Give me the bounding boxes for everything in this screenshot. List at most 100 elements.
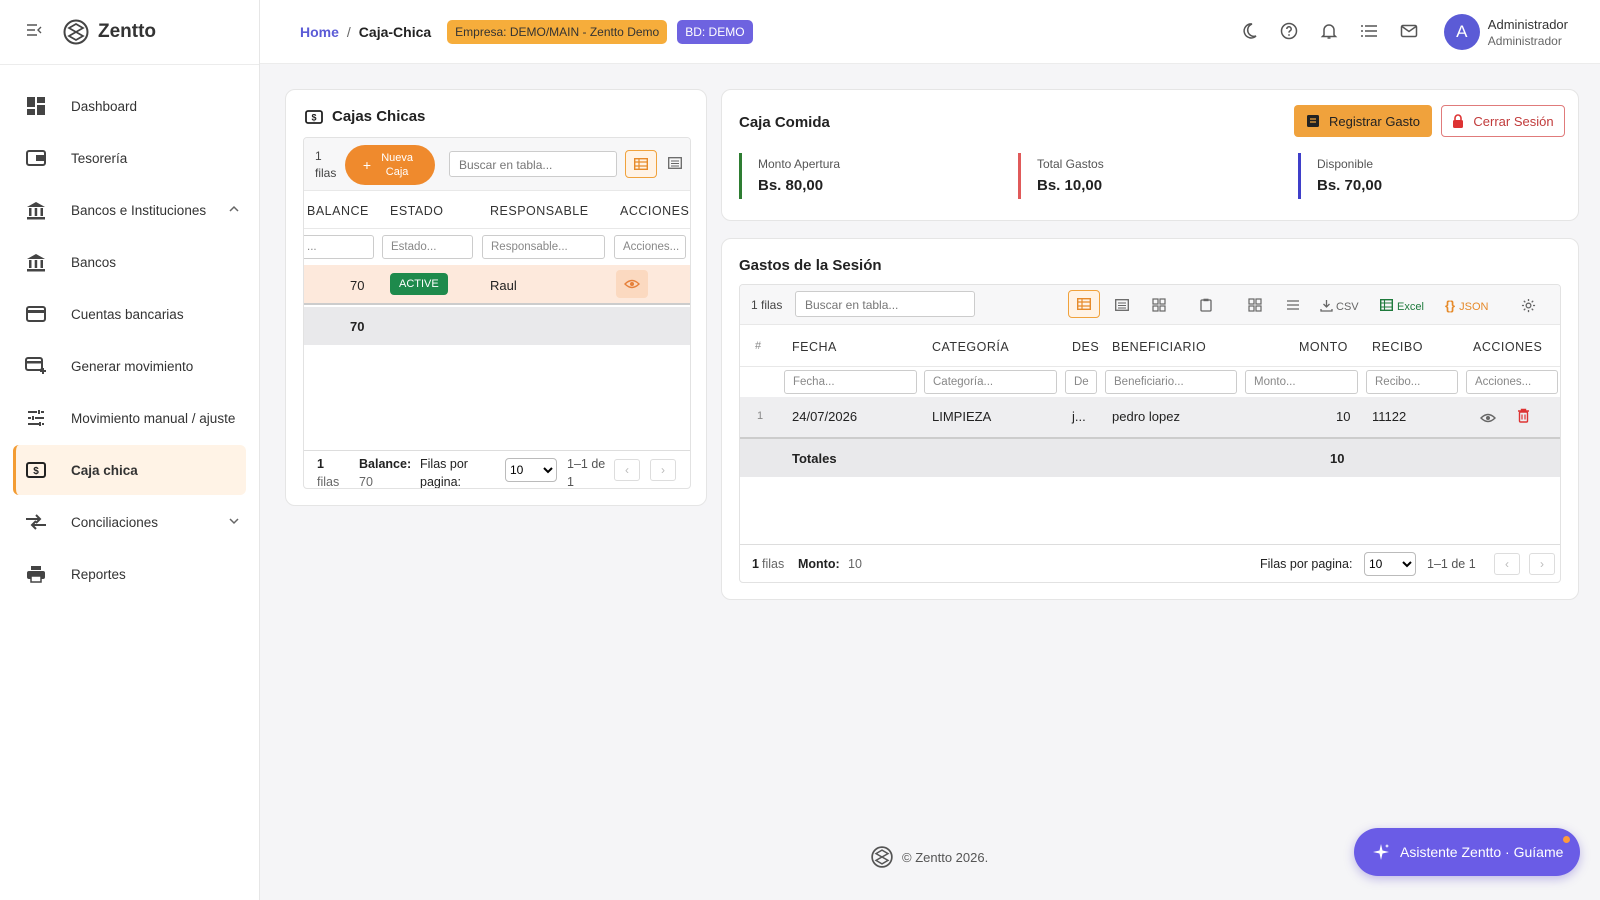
prev-page-button[interactable]: ‹ [1494, 553, 1520, 575]
table-row[interactable]: 1 24/07/2026 LIMPIEZA j... pedro lopez 1… [740, 397, 1560, 437]
col-header-acciones[interactable]: ACCIONES [1473, 340, 1542, 354]
gastos-card: Gastos de la Sesión 1 filas Buscar en ta… [721, 238, 1579, 600]
filter-acciones[interactable]: Acciones... [1466, 370, 1558, 394]
sidebar-item-tesoreria[interactable]: Tesorería [13, 133, 246, 183]
density-icon[interactable] [1286, 296, 1304, 314]
sparkle-icon [1373, 844, 1389, 860]
lock-icon [1453, 114, 1464, 128]
settings-gear-icon[interactable] [1521, 296, 1539, 314]
sidebar-item-bancos[interactable]: Bancos [13, 237, 246, 287]
clipboard-icon[interactable] [1200, 296, 1218, 314]
user-menu[interactable]: A Administrador Administrador [1443, 14, 1568, 50]
sidebar-item-caja-chica[interactable]: $ Caja chica [13, 445, 246, 495]
next-page-button[interactable]: › [1529, 553, 1555, 575]
col-header-fecha[interactable]: FECHA [792, 340, 837, 354]
copyright-text: © Zentto 2026. [902, 849, 989, 865]
col-header-responsable[interactable]: RESPONSABLE [490, 204, 589, 218]
next-page-button[interactable]: › [650, 459, 676, 481]
avatar[interactable]: A [1443, 14, 1480, 50]
breadcrumb-home-link[interactable]: Home [300, 24, 339, 40]
sidebar-item-cuentas-bancarias[interactable]: Cuentas bancarias [13, 289, 246, 339]
filter-estado[interactable]: Estado... [382, 235, 473, 259]
sidebar-item-label: Tesorería [71, 150, 128, 166]
filter-categoria[interactable]: Categoría... [924, 370, 1057, 394]
rows-count-label: 1 filas [751, 298, 783, 312]
layout-icon[interactable] [1248, 296, 1266, 314]
session-title: Caja Comida [739, 114, 830, 131]
col-header-acciones[interactable]: ACCIONES [620, 204, 689, 218]
zentto-logo-icon [63, 19, 89, 45]
json-label: JSON [1459, 301, 1489, 313]
close-session-button[interactable]: Cerrar Sesión [1441, 105, 1565, 137]
grid-view-icon[interactable] [1152, 296, 1170, 314]
new-caja-button[interactable]: + Nueva Caja [345, 145, 435, 185]
filter-balance[interactable]: ... [304, 235, 374, 259]
csv-label: CSV [1336, 301, 1359, 313]
col-header-balance[interactable]: BALANCE [307, 204, 369, 218]
cell-balance: 70 [350, 278, 365, 293]
register-expense-button[interactable]: Registrar Gasto [1294, 105, 1432, 137]
gastos-footer: 1 filas Monto: 10 Filas por pagina: 10 1… [740, 544, 1560, 582]
rows-per-page-label: Filas por pagina: [420, 457, 468, 489]
filter-recibo[interactable]: Recibo... [1366, 370, 1458, 394]
cajas-search-input[interactable]: Buscar en tabla... [449, 151, 617, 177]
filter-responsable[interactable]: Responsable... [482, 235, 605, 259]
gastos-table: 1 filas Buscar en tabla... CSV Excel {} J… [739, 284, 1561, 583]
list-view-icon[interactable] [1115, 296, 1133, 314]
help-icon[interactable] [1280, 22, 1300, 42]
col-header-categoria[interactable]: CATEGORÍA [932, 340, 1009, 354]
page-size-select[interactable]: 10 [1364, 552, 1416, 576]
mail-icon[interactable] [1400, 22, 1420, 42]
assistant-button[interactable]: Asistente Zentto · Guíame [1354, 828, 1580, 876]
filter-monto[interactable]: Monto... [1245, 370, 1358, 394]
sidebar-item-bancos-instituciones[interactable]: Bancos e Instituciones [13, 185, 246, 235]
user-role: Administrador [1487, 33, 1562, 48]
page-size-select[interactable]: 10 [505, 458, 557, 482]
bank-icon [25, 251, 47, 273]
sidebar-item-conciliaciones[interactable]: Conciliaciones [13, 497, 246, 547]
filter-acciones[interactable]: Acciones... [614, 235, 686, 259]
col-header-index: # [755, 340, 762, 352]
sidebar-item-reportes[interactable]: Reportes [13, 549, 246, 599]
notifications-icon[interactable] [1320, 22, 1340, 42]
footer-count: 1 [317, 457, 324, 471]
filter-fecha[interactable]: Fecha... [784, 370, 917, 394]
table-view-icon[interactable] [1068, 290, 1100, 318]
notification-dot [1563, 836, 1570, 843]
stat-monto-apertura: Monto Apertura Bs. 80,00 [739, 153, 840, 199]
sidebar-item-movimiento-manual[interactable]: Movimiento manual / ajuste [13, 393, 246, 443]
sidebar-item-dashboard[interactable]: Dashboard [13, 81, 246, 131]
filter-desc[interactable]: De [1065, 370, 1097, 394]
new-caja-label: Nueva Caja [381, 152, 413, 178]
json-export-button[interactable]: {} JSON [1445, 296, 1495, 314]
csv-export-button[interactable]: CSV [1320, 296, 1362, 314]
total-balance: 70 [350, 319, 365, 334]
cell-responsable: Raul [490, 278, 517, 293]
col-header-estado[interactable]: ESTADO [390, 204, 443, 218]
col-header-monto[interactable]: MONTO [1299, 340, 1348, 354]
gastos-search-input[interactable]: Buscar en tabla... [795, 291, 975, 317]
dark-mode-icon[interactable] [1240, 22, 1260, 42]
printer-icon [25, 563, 47, 585]
prev-page-button[interactable]: ‹ [614, 459, 640, 481]
cash-box-icon: $ [305, 109, 323, 124]
view-icon[interactable] [1480, 411, 1496, 426]
col-header-beneficiario[interactable]: BENEFICIARIO [1112, 340, 1206, 354]
list-icon[interactable] [1360, 22, 1380, 42]
col-header-desc[interactable]: DESC [1072, 340, 1100, 354]
filter-beneficiario[interactable]: Beneficiario... [1105, 370, 1237, 394]
cash-box-icon: $ [25, 459, 47, 481]
gastos-toolbar: 1 filas Buscar en tabla... CSV Excel {} J… [740, 285, 1560, 325]
sidebar-item-generar-movimiento[interactable]: Generar movimiento [13, 341, 246, 391]
col-header-recibo[interactable]: RECIBO [1372, 340, 1423, 354]
list-view-icon[interactable] [668, 157, 682, 172]
table-row[interactable]: 70 ACTIVE Raul [304, 265, 690, 305]
footer-rows-label: filas [317, 475, 340, 489]
excel-export-button[interactable]: Excel [1380, 296, 1430, 314]
view-icon[interactable] [616, 270, 648, 298]
cell-monto: 10 [1336, 409, 1351, 424]
page-info: 1–1 de 1 [567, 457, 606, 489]
delete-icon[interactable] [1517, 408, 1530, 426]
collapse-menu-icon[interactable] [26, 23, 44, 42]
table-view-icon[interactable] [625, 150, 657, 178]
